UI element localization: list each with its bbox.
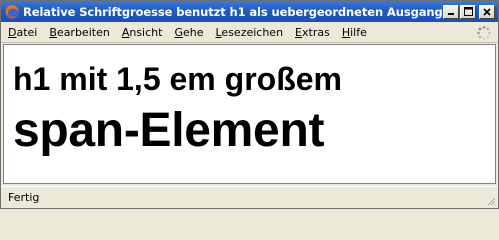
window-controls (443, 4, 495, 19)
page-heading: h1 mit 1,5 em großem (13, 61, 342, 97)
maximize-icon (463, 7, 473, 16)
menu-gehe[interactable]: Gehe (168, 24, 209, 42)
menu-lesezeichen[interactable]: Lesezeichen (209, 24, 289, 42)
throbber-icon (477, 26, 491, 40)
minimize-button[interactable] (443, 4, 459, 19)
menu-bar: Datei Bearbeiten Ansicht Gehe Lesezeiche… (1, 23, 498, 43)
status-bar: Fertig (1, 186, 498, 208)
menu-bearbeiten[interactable]: Bearbeiten (43, 24, 115, 42)
menu-extras[interactable]: Extras (289, 24, 336, 42)
close-button[interactable] (479, 4, 495, 19)
menu-datei[interactable]: Datei (1, 24, 43, 42)
span-element-text: span-Element (13, 104, 325, 157)
status-text: Fertig (8, 191, 40, 204)
menu-hilfe[interactable]: Hilfe (336, 24, 373, 42)
firefox-icon[interactable] (4, 4, 20, 20)
page-content: h1 mit 1,5 em großem span-Element (3, 44, 496, 184)
title-bar[interactable]: Relative Schriftgroesse benutzt h1 als u… (1, 1, 498, 22)
menu-ansicht[interactable]: Ansicht (116, 24, 169, 42)
minimize-icon (448, 12, 454, 15)
window-title: Relative Schriftgroesse benutzt h1 als u… (23, 4, 443, 19)
browser-window: Relative Schriftgroesse benutzt h1 als u… (0, 0, 499, 209)
close-icon (483, 7, 491, 16)
resize-grip-icon[interactable] (484, 194, 496, 206)
maximize-button[interactable] (460, 4, 476, 19)
